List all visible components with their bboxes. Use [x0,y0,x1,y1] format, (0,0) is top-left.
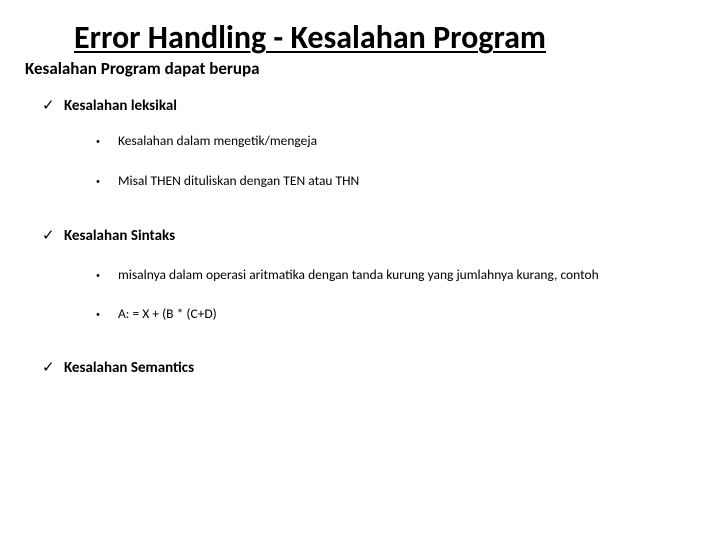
bullet-icon: • [96,270,118,282]
sub-list-item: • Kesalahan dalam mengetik/mengeja [96,131,690,151]
bullet-icon: • [96,136,118,148]
check-icon: ✓ [42,96,64,115]
sub-list: • Kesalahan dalam mengetik/mengeja • Mis… [96,131,690,192]
check-icon: ✓ [42,358,64,377]
sub-list-item: • A: = X + (B * (C+D) [96,304,690,324]
bullet-icon: • [96,176,118,188]
sub-list-item: • misalnya dalam operasi aritmatika deng… [96,261,690,288]
list-item-label: Kesalahan Semantics [64,359,194,377]
bullet-icon: • [96,309,118,321]
list-item: ✓ Kesalahan Semantics [42,358,690,377]
list-item: ✓ Kesalahan Sintaks • misalnya dalam ope… [42,226,690,324]
list-item-label: Kesalahan leksikal [64,97,177,115]
list-item-label: Kesalahan Sintaks [64,227,175,245]
sub-list-item-text: misalnya dalam operasi aritmatika dengan… [118,261,599,288]
sub-list: • misalnya dalam operasi aritmatika deng… [96,261,690,324]
sub-list-item-text: A: = X + (B * (C+D) [118,304,217,324]
slide-body: ✓ Kesalahan leksikal • Kesalahan dalam m… [42,96,690,399]
sub-list-item: • Misal THEN dituliskan dengan TEN atau … [96,171,690,191]
check-icon: ✓ [42,226,64,245]
slide-title: Error Handling - Kesalahan Program [74,22,546,54]
sub-list-item-text: Misal THEN dituliskan dengan TEN atau TH… [118,171,359,191]
list-item: ✓ Kesalahan leksikal • Kesalahan dalam m… [42,96,690,192]
slide-subtitle: Kesalahan Program dapat berupa [25,58,260,79]
slide: Error Handling - Kesalahan Program Kesal… [0,0,720,540]
sub-list-item-text: Kesalahan dalam mengetik/mengeja [118,131,317,151]
